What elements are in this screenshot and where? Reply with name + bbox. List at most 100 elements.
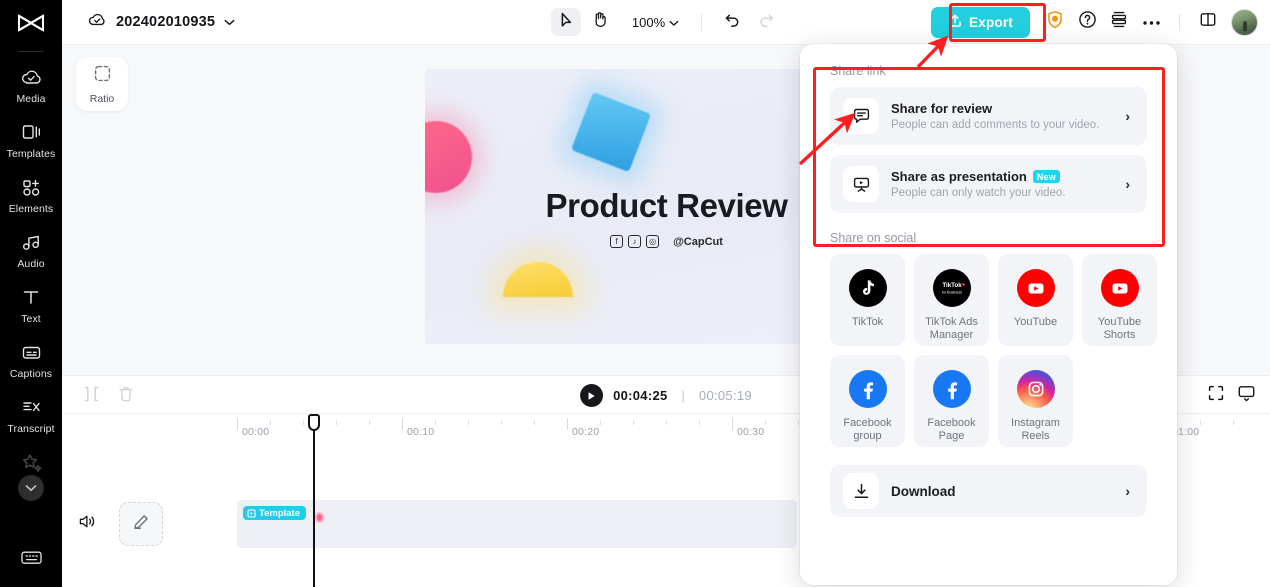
hand-icon (592, 11, 608, 33)
transcript-icon (20, 396, 42, 418)
svg-text:for Business: for Business (941, 291, 961, 295)
facebook-icon (932, 370, 971, 408)
sidebar-item-label: Elements (8, 203, 54, 215)
chevron-right-icon: › (1125, 108, 1130, 124)
elements-icon (20, 176, 42, 198)
ruler-label: 00:10 (407, 426, 435, 438)
audio-note-icon (20, 231, 42, 253)
share-for-review-option[interactable]: Share for review People can add comments… (830, 87, 1147, 145)
sidebar-item-templates[interactable]: Templates (0, 111, 62, 166)
ratio-button[interactable]: Ratio (76, 57, 128, 111)
social-item-youtube-shorts[interactable]: YouTube Shorts (1082, 254, 1157, 346)
tiktok-square-icon: ♪ (628, 235, 642, 248)
help-button[interactable] (1072, 7, 1102, 37)
sidebar-item-label: Media (16, 93, 46, 105)
export-upload-icon (948, 13, 962, 31)
sidebar-item-label: Audio (17, 258, 45, 270)
social-label: Instagram Reels (1011, 417, 1060, 442)
zoom-level-dropdown[interactable]: 100% (625, 11, 686, 34)
sidebar-item-media[interactable]: Media (0, 56, 62, 111)
timeline-edit-tools (82, 384, 135, 409)
templates-icon (20, 121, 42, 143)
playhead-handle[interactable] (308, 414, 320, 431)
sidebar-item-text[interactable]: Text (0, 276, 62, 331)
cloud-media-icon (20, 66, 42, 88)
social-item-tiktok[interactable]: TikTok (830, 254, 905, 346)
instagram-square-icon: ◎ (646, 235, 660, 248)
download-option[interactable]: Download › (830, 465, 1147, 517)
social-label: YouTube Shorts (1097, 316, 1142, 341)
chevron-down-icon (25, 479, 37, 497)
share-as-presentation-title: Share as presentation (891, 169, 1027, 184)
share-as-presentation-option[interactable]: Share as presentation New People can onl… (830, 155, 1147, 213)
cursor-arrow-icon (558, 12, 573, 33)
export-button[interactable]: Export (931, 6, 1030, 38)
shield-check-icon (1046, 10, 1064, 34)
user-avatar[interactable] (1231, 8, 1258, 36)
chevron-down-icon (224, 13, 235, 31)
play-button[interactable] (580, 384, 604, 407)
capcut-logo-icon[interactable] (13, 10, 49, 42)
youtube-shorts-icon (1100, 269, 1139, 307)
sidebar-bottom (0, 549, 62, 571)
trash-icon[interactable] (117, 384, 135, 409)
redo-button[interactable] (751, 8, 781, 36)
share-for-review-text: Share for review People can add comments… (891, 101, 1125, 131)
decor-blue-square (570, 91, 652, 173)
decor-yellow-arch (503, 262, 573, 297)
text-t-icon (20, 286, 42, 308)
sidebar-item-transcript[interactable]: Transcript (0, 386, 62, 441)
social-item-youtube[interactable]: YouTube (998, 254, 1073, 346)
zoom-level-value: 100% (631, 14, 666, 30)
sidebar-item-captions[interactable]: Captions (0, 331, 62, 386)
youtube-icon (1016, 269, 1055, 307)
monitor-preview-icon[interactable] (1237, 384, 1256, 407)
social-item-instagram-reels[interactable]: Instagram Reels (998, 355, 1073, 447)
social-label: TikTok (851, 316, 884, 328)
layers-button[interactable] (1104, 7, 1134, 37)
shield-check-button[interactable] (1040, 7, 1070, 37)
playback-controls: 00:04:25 | 00:05:19 (580, 384, 752, 407)
social-item-facebook-group[interactable]: Facebook group (830, 355, 905, 447)
edit-clip-button[interactable] (119, 502, 163, 546)
toolbar-divider-right (1179, 13, 1180, 31)
top-toolbar: 202402010935 100% Export (62, 0, 1270, 45)
hand-tool-button[interactable] (585, 8, 615, 36)
chevron-right-icon: › (1125, 483, 1130, 499)
select-tool-button[interactable] (550, 8, 581, 36)
undo-button[interactable] (717, 8, 747, 36)
social-item-facebook-page[interactable]: Facebook Page (914, 355, 989, 447)
share-for-review-title: Share for review (891, 101, 993, 116)
time-separator: | (681, 388, 685, 403)
keyboard-icon[interactable] (20, 549, 43, 571)
share-link-section-title: Share link (830, 64, 886, 78)
facebook-square-icon: f (610, 235, 624, 248)
ruler-label: 00:00 (242, 426, 270, 438)
split-clip-icon[interactable] (82, 384, 101, 409)
share-as-presentation-text: Share as presentation New People can onl… (891, 169, 1125, 199)
project-name: 202402010935 (116, 14, 216, 30)
more-options-button[interactable] (1136, 7, 1166, 37)
timeline-clip[interactable]: Template (237, 500, 797, 548)
question-circle-icon (1078, 10, 1097, 34)
sidebar-item-label: Templates (6, 148, 56, 160)
sidebar-divider (18, 51, 44, 52)
share-for-review-desc: People can add comments to your video. (891, 119, 1100, 131)
social-label: TikTok Ads Manager (925, 316, 978, 341)
svg-text:TikTok: TikTok (942, 282, 962, 289)
sidebar-expand-button[interactable] (18, 475, 44, 501)
social-item-tiktok-ads[interactable]: TikTok for Business TikTok Ads Manager (914, 254, 989, 346)
speaker-volume-icon[interactable] (78, 513, 97, 535)
project-name-dropdown[interactable]: 202402010935 (88, 12, 235, 33)
fullscreen-icon[interactable] (1207, 384, 1225, 407)
total-time: 00:05:19 (698, 388, 752, 403)
export-button-wrapper: Export (923, 1, 1038, 44)
sidebar-item-elements[interactable]: Elements (0, 166, 62, 221)
ruler-label: 00:30 (737, 426, 765, 438)
panel-layout-button[interactable] (1193, 7, 1223, 37)
playhead[interactable] (308, 414, 320, 587)
sidebar-item-magic[interactable] (0, 441, 62, 473)
sidebar-item-audio[interactable]: Audio (0, 221, 62, 276)
facebook-icon (848, 370, 887, 408)
crop-ratio-icon (93, 64, 112, 88)
